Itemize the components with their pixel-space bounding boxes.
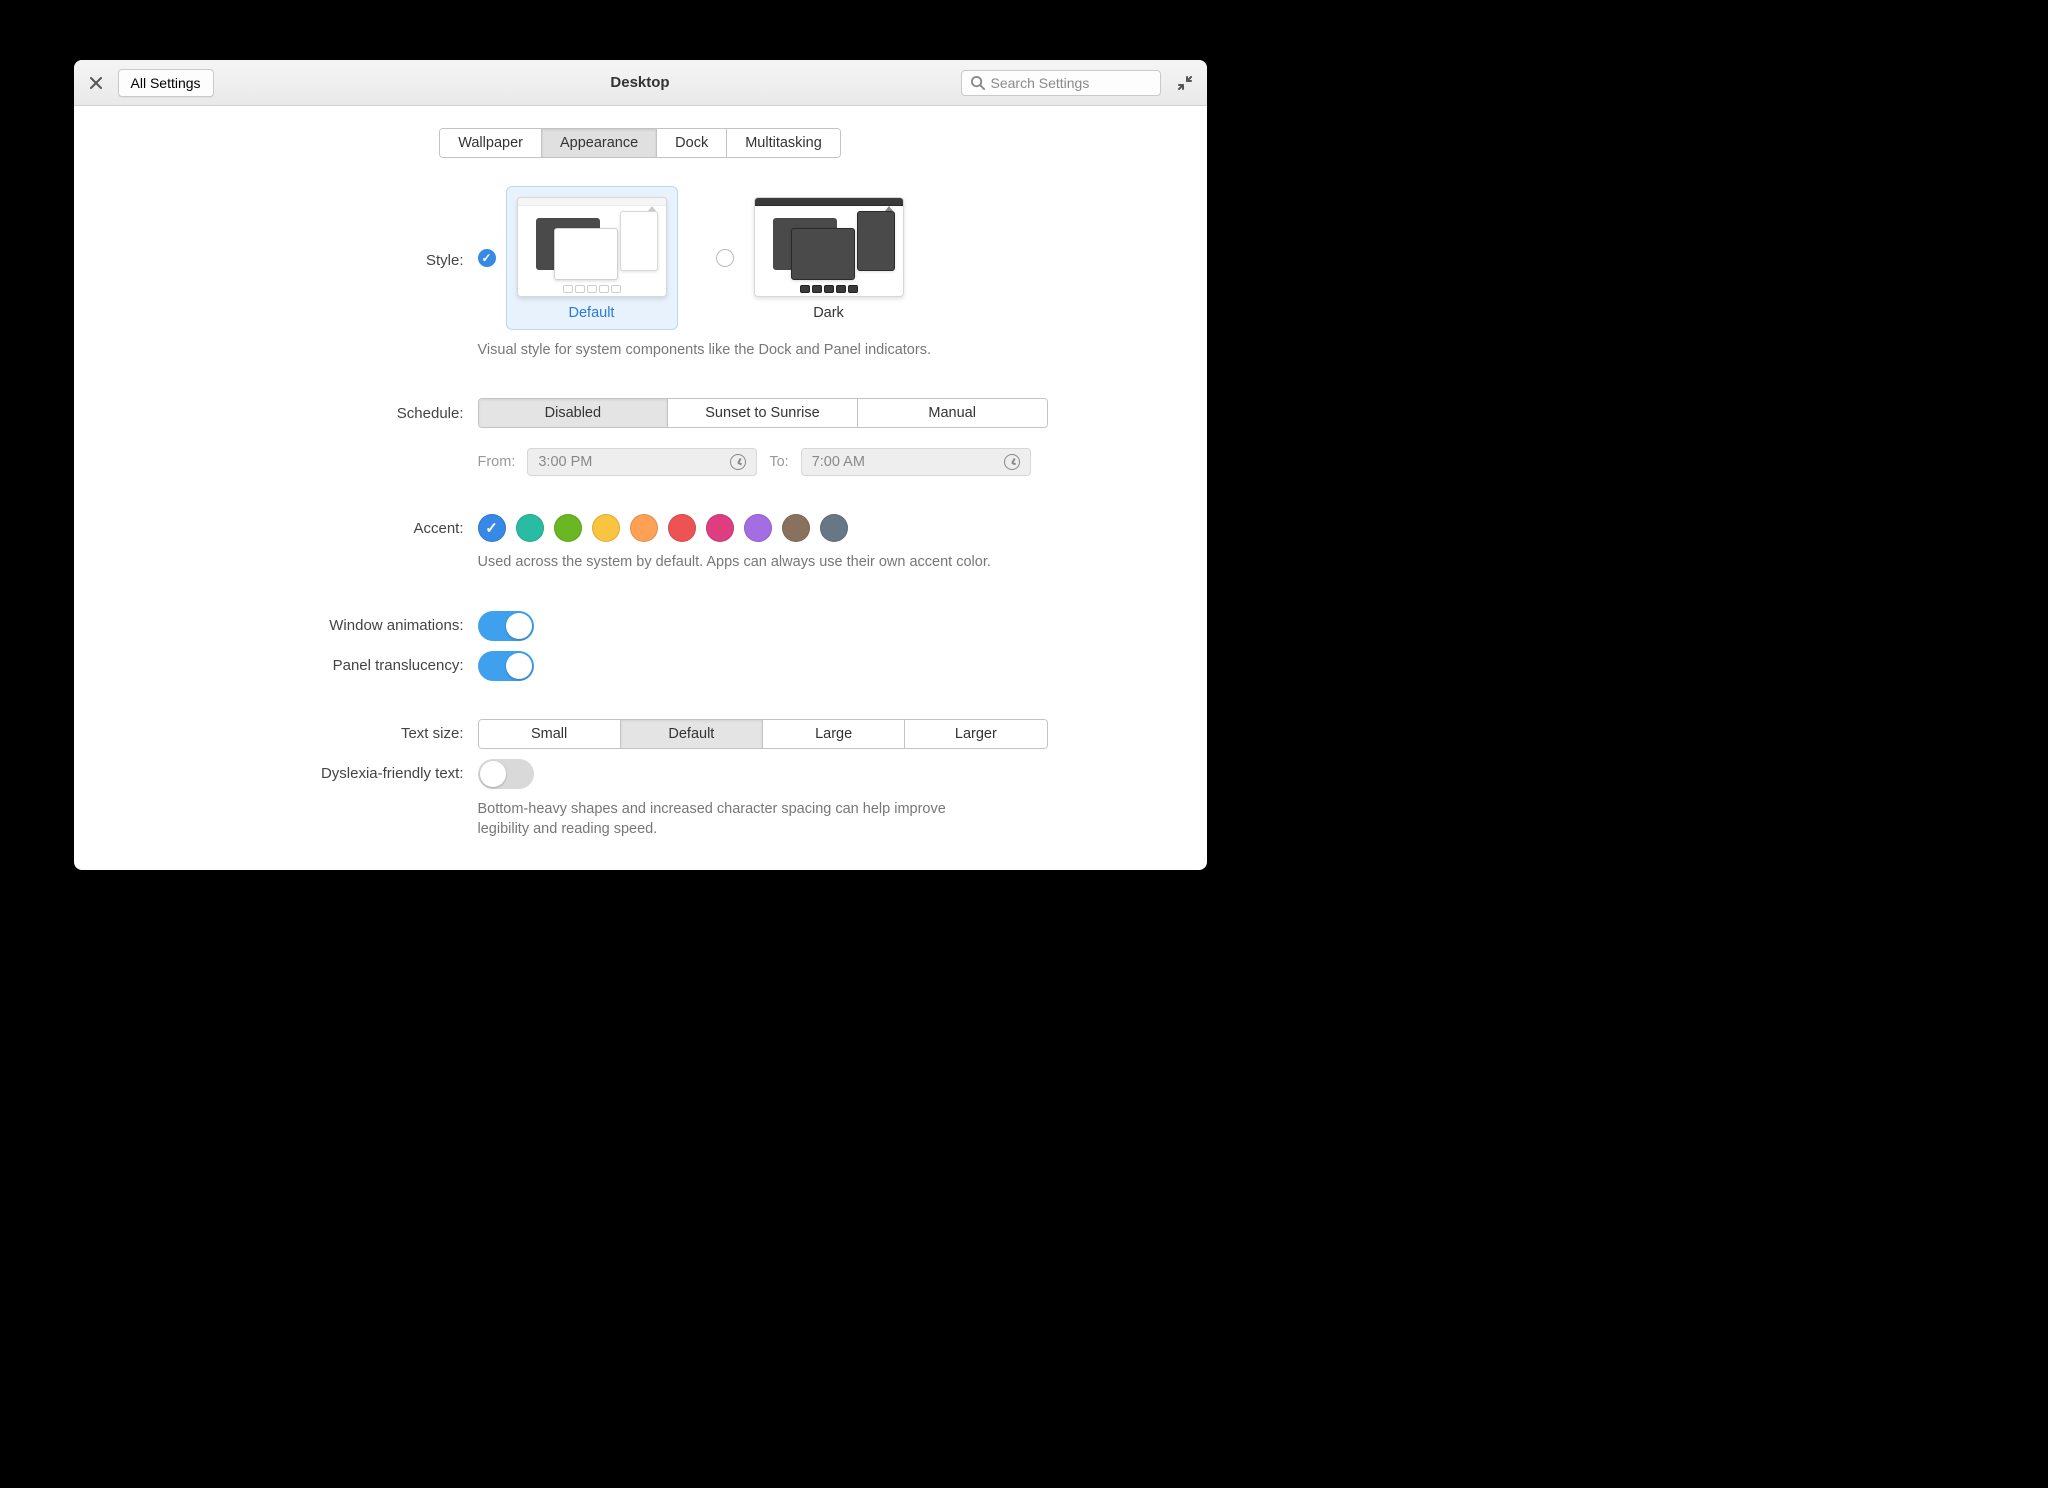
- titlebar: All Settings Desktop: [74, 60, 1207, 106]
- style-preview-default: [517, 197, 667, 297]
- style-options: Default Dark: [478, 186, 1048, 330]
- all-settings-button[interactable]: All Settings: [118, 69, 214, 97]
- clock-icon: [730, 454, 746, 470]
- schedule-sunset[interactable]: Sunset to Sunrise: [668, 399, 858, 427]
- window-animations-label: Window animations:: [74, 617, 464, 634]
- accent-colors: [478, 514, 1048, 542]
- accent-label: Accent:: [74, 520, 464, 537]
- style-card-default[interactable]: Default: [506, 186, 678, 330]
- accent-purple[interactable]: [744, 514, 772, 542]
- to-time-input[interactable]: 7:00 AM: [801, 448, 1031, 476]
- accent-brown[interactable]: [782, 514, 810, 542]
- tab-multitasking[interactable]: Multitasking: [727, 129, 840, 157]
- search-input[interactable]: [991, 75, 1152, 91]
- schedule-time-row: From: 3:00 PM To: 7:00 AM: [478, 448, 1048, 476]
- search-icon: [970, 75, 985, 90]
- accent-blue[interactable]: [478, 514, 506, 542]
- style-description: Visual style for system components like …: [478, 340, 1048, 360]
- from-time-value: 3:00 PM: [538, 454, 592, 470]
- style-caption-dark: Dark: [754, 305, 904, 321]
- style-preview-dark: [754, 197, 904, 297]
- text-size-small[interactable]: Small: [479, 720, 621, 748]
- settings-window: All Settings Desktop Wallpaper Appearanc…: [74, 60, 1207, 870]
- schedule-disabled[interactable]: Disabled: [479, 399, 669, 427]
- dyslexia-description: Bottom-heavy shapes and increased charac…: [478, 799, 998, 840]
- accent-yellow[interactable]: [592, 514, 620, 542]
- accent-description: Used across the system by default. Apps …: [478, 552, 1048, 572]
- schedule-label: Schedule:: [74, 405, 464, 422]
- from-label: From:: [478, 454, 516, 470]
- style-radio-dark[interactable]: [716, 249, 734, 267]
- accent-red[interactable]: [668, 514, 696, 542]
- tab-dock[interactable]: Dock: [657, 129, 727, 157]
- accent-orange[interactable]: [630, 514, 658, 542]
- text-size-options: Small Default Large Larger: [478, 719, 1048, 749]
- style-radio-default[interactable]: [478, 249, 496, 267]
- style-caption-default: Default: [517, 305, 667, 321]
- accent-teal[interactable]: [516, 514, 544, 542]
- tab-appearance[interactable]: Appearance: [542, 129, 657, 157]
- close-button[interactable]: [82, 69, 110, 97]
- close-icon: [90, 77, 102, 89]
- schedule-manual[interactable]: Manual: [858, 399, 1047, 427]
- tab-wallpaper[interactable]: Wallpaper: [440, 129, 542, 157]
- maximize-button[interactable]: [1171, 69, 1199, 97]
- text-size-large[interactable]: Large: [763, 720, 905, 748]
- schedule-options: Disabled Sunset to Sunrise Manual: [478, 398, 1048, 428]
- text-size-larger[interactable]: Larger: [905, 720, 1046, 748]
- maximize-icon: [1178, 76, 1192, 90]
- style-card-dark[interactable]: Dark: [744, 187, 914, 329]
- panel-translucency-switch[interactable]: [478, 651, 534, 681]
- style-label: Style:: [74, 248, 464, 269]
- text-size-label: Text size:: [74, 725, 464, 742]
- content-area: Wallpaper Appearance Dock Multitasking S…: [74, 106, 1207, 870]
- panel-translucency-label: Panel translucency:: [74, 657, 464, 674]
- accent-green[interactable]: [554, 514, 582, 542]
- tab-bar: Wallpaper Appearance Dock Multitasking: [74, 128, 1207, 158]
- to-time-value: 7:00 AM: [812, 454, 865, 470]
- text-size-default[interactable]: Default: [621, 720, 763, 748]
- accent-slate[interactable]: [820, 514, 848, 542]
- to-label: To:: [769, 454, 788, 470]
- from-time-input[interactable]: 3:00 PM: [527, 448, 757, 476]
- dyslexia-label: Dyslexia-friendly text:: [74, 765, 464, 782]
- window-animations-switch[interactable]: [478, 611, 534, 641]
- dyslexia-switch[interactable]: [478, 759, 534, 789]
- accent-pink[interactable]: [706, 514, 734, 542]
- clock-icon: [1004, 454, 1020, 470]
- search-field[interactable]: [961, 70, 1161, 96]
